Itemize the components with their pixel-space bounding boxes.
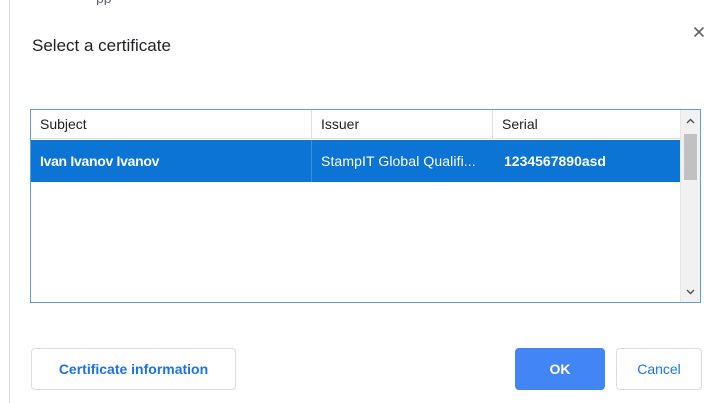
close-button[interactable] <box>685 18 713 46</box>
cell-subject: Ivan Ivanov Ivanov <box>31 140 312 182</box>
table-header: Subject Issuer Serial <box>31 110 680 139</box>
cell-issuer: StampIT Global Qualifi... <box>321 153 476 169</box>
column-header-issuer[interactable]: Issuer <box>312 110 493 138</box>
close-icon <box>694 27 704 37</box>
ok-button[interactable]: OK <box>515 348 605 390</box>
scroll-down-button[interactable] <box>681 283 700 301</box>
cell-serial: 1234567890asd <box>504 153 606 169</box>
dialog-title: Select a certificate <box>32 36 171 55</box>
certificate-information-button[interactable]: Certificate information <box>31 348 236 390</box>
column-header-subject[interactable]: Subject <box>31 110 312 138</box>
list-scrollbar[interactable] <box>680 110 700 302</box>
column-header-serial[interactable]: Serial <box>493 110 680 138</box>
certificate-list[interactable]: Subject Issuer Serial Ivan Ivanov Ivanov… <box>30 109 701 303</box>
clipped-background-text: pp <box>96 0 156 5</box>
chevron-up-icon <box>686 118 695 124</box>
dialog-left-edge <box>9 0 10 403</box>
cancel-button[interactable]: Cancel <box>616 348 702 390</box>
scroll-thumb[interactable] <box>684 134 697 180</box>
chevron-down-icon <box>686 289 695 295</box>
table-row-selected[interactable]: Ivan Ivanov Ivanov StampIT Global Qualif… <box>31 140 680 182</box>
scroll-up-button[interactable] <box>681 112 700 130</box>
